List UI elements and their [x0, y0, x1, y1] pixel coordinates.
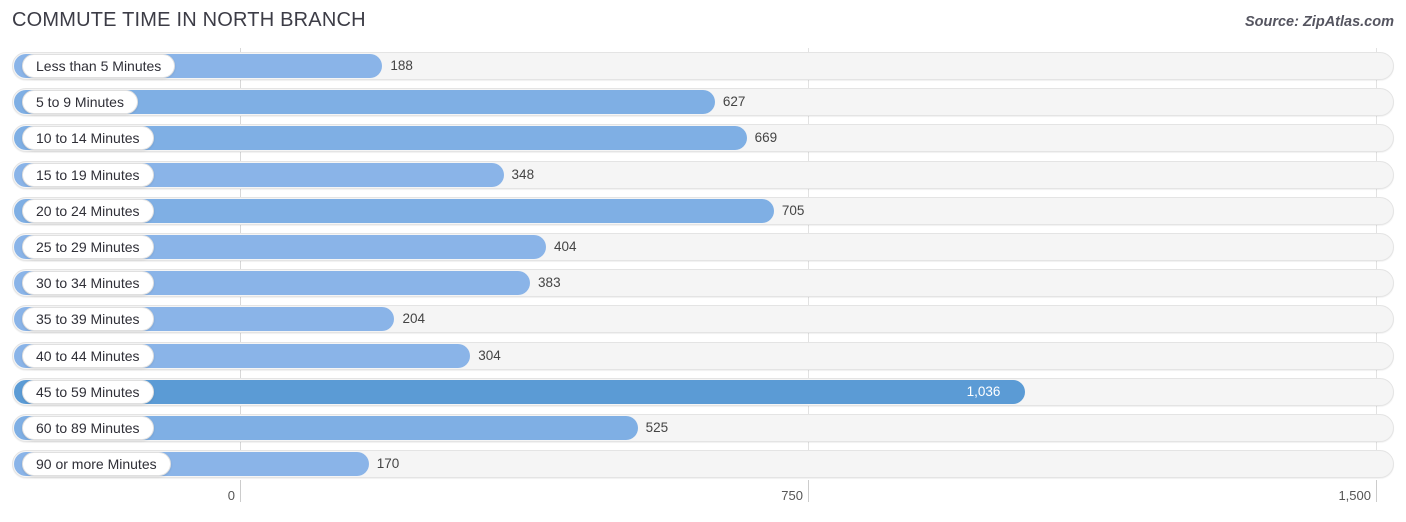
category-label-pill: 90 or more Minutes [22, 452, 171, 477]
bar-row[interactable]: 60 to 89 Minutes 525 [12, 414, 1394, 442]
category-label-text: 25 to 29 Minutes [36, 239, 140, 255]
category-label-pill: 35 to 39 Minutes [22, 307, 154, 332]
bar-value-label: 204 [402, 311, 426, 327]
page-title: COMMUTE TIME IN NORTH BRANCH [12, 9, 366, 31]
category-label-text: 20 to 24 Minutes [36, 202, 140, 219]
axis-tick-label: 750 [781, 488, 803, 503]
bar-chart-plot-area: Less than 5 Minutes 188 5 to 9 Minutes 627 1… [0, 44, 1406, 480]
x-axis: 0 750 1,500 [0, 480, 1406, 522]
chart-header: COMMUTE TIME IN NORTH BRANCH Source: Zip… [0, 0, 1406, 44]
bar-value-label: 170 [376, 456, 400, 472]
bar-value-label: 669 [754, 130, 778, 146]
bar-row[interactable]: 40 to 44 Minutes 304 [12, 341, 1394, 370]
category-label-text: Less than 5 Minutes [36, 58, 162, 74]
category-label-text: 40 to 44 Minutes [36, 347, 140, 364]
bar-value-label: 1,036 [966, 383, 1001, 399]
category-label-pill: 15 to 19 Minutes [22, 162, 154, 187]
axis-tick-mark [808, 480, 809, 502]
bar-row[interactable]: 30 to 34 Minutes 383 [12, 269, 1394, 298]
bar-row[interactable]: 45 to 59 Minutes 1,036 [12, 377, 1394, 406]
category-label-text: 35 to 39 Minutes [36, 311, 140, 328]
category-label-text: 15 to 19 Minutes [36, 166, 140, 183]
category-label-pill: 40 to 44 Minutes [22, 343, 154, 368]
bar-row[interactable]: 10 to 14 Minutes 669 [12, 124, 1394, 153]
bar-row[interactable]: 20 to 24 Minutes 705 [12, 196, 1394, 225]
category-label-pill: 10 to 14 Minutes [22, 126, 154, 151]
source-attribution: Source: ZipAtlas.com [1244, 14, 1394, 30]
category-label-pill: 5 to 9 Minutes [22, 90, 138, 115]
bar-row[interactable]: 35 to 39 Minutes 204 [12, 305, 1394, 334]
category-label-text: 5 to 9 Minutes [36, 94, 124, 111]
axis-tick-label: 1,500 [1338, 488, 1371, 503]
category-label-pill: 20 to 24 Minutes [22, 198, 154, 223]
bar-value-label: 404 [553, 239, 577, 254]
category-label-text: 90 or more Minutes [36, 456, 157, 473]
category-label-pill: 30 to 34 Minutes [22, 271, 154, 296]
category-label-pill: 45 to 59 Minutes [22, 379, 154, 404]
bar-value-label: 383 [538, 275, 561, 291]
axis-tick-label: 0 [227, 488, 235, 503]
category-label-text: 45 to 59 Minutes [36, 383, 140, 400]
bar-value-label: 525 [645, 420, 669, 435]
bar-row[interactable]: 15 to 19 Minutes 348 [12, 160, 1394, 189]
axis-tick-mark [1376, 480, 1377, 502]
category-label-text: 60 to 89 Minutes [36, 420, 140, 436]
bar-value-label: 627 [722, 94, 746, 110]
category-label-pill: 25 to 29 Minutes [22, 235, 154, 259]
bar-row[interactable]: 5 to 9 Minutes 627 [12, 88, 1394, 117]
category-label-pill: 60 to 89 Minutes [22, 416, 154, 440]
bar-row[interactable]: Less than 5 Minutes 188 [12, 52, 1394, 80]
bar-value-label: 188 [390, 58, 413, 73]
category-label-text: 10 to 14 Minutes [36, 130, 140, 147]
bar-value-label: 304 [478, 347, 501, 363]
axis-tick-mark [240, 480, 241, 502]
bar-row[interactable]: 25 to 29 Minutes 404 [12, 233, 1394, 261]
bar-row[interactable]: 90 or more Minutes 170 [12, 450, 1394, 479]
bar-value-label: 348 [511, 166, 535, 182]
bar-45-to-59-minutes[interactable] [14, 379, 1025, 404]
bar-value-label: 705 [781, 202, 805, 218]
category-label-text: 30 to 34 Minutes [36, 275, 140, 292]
category-label-pill: Less than 5 Minutes [22, 54, 176, 78]
